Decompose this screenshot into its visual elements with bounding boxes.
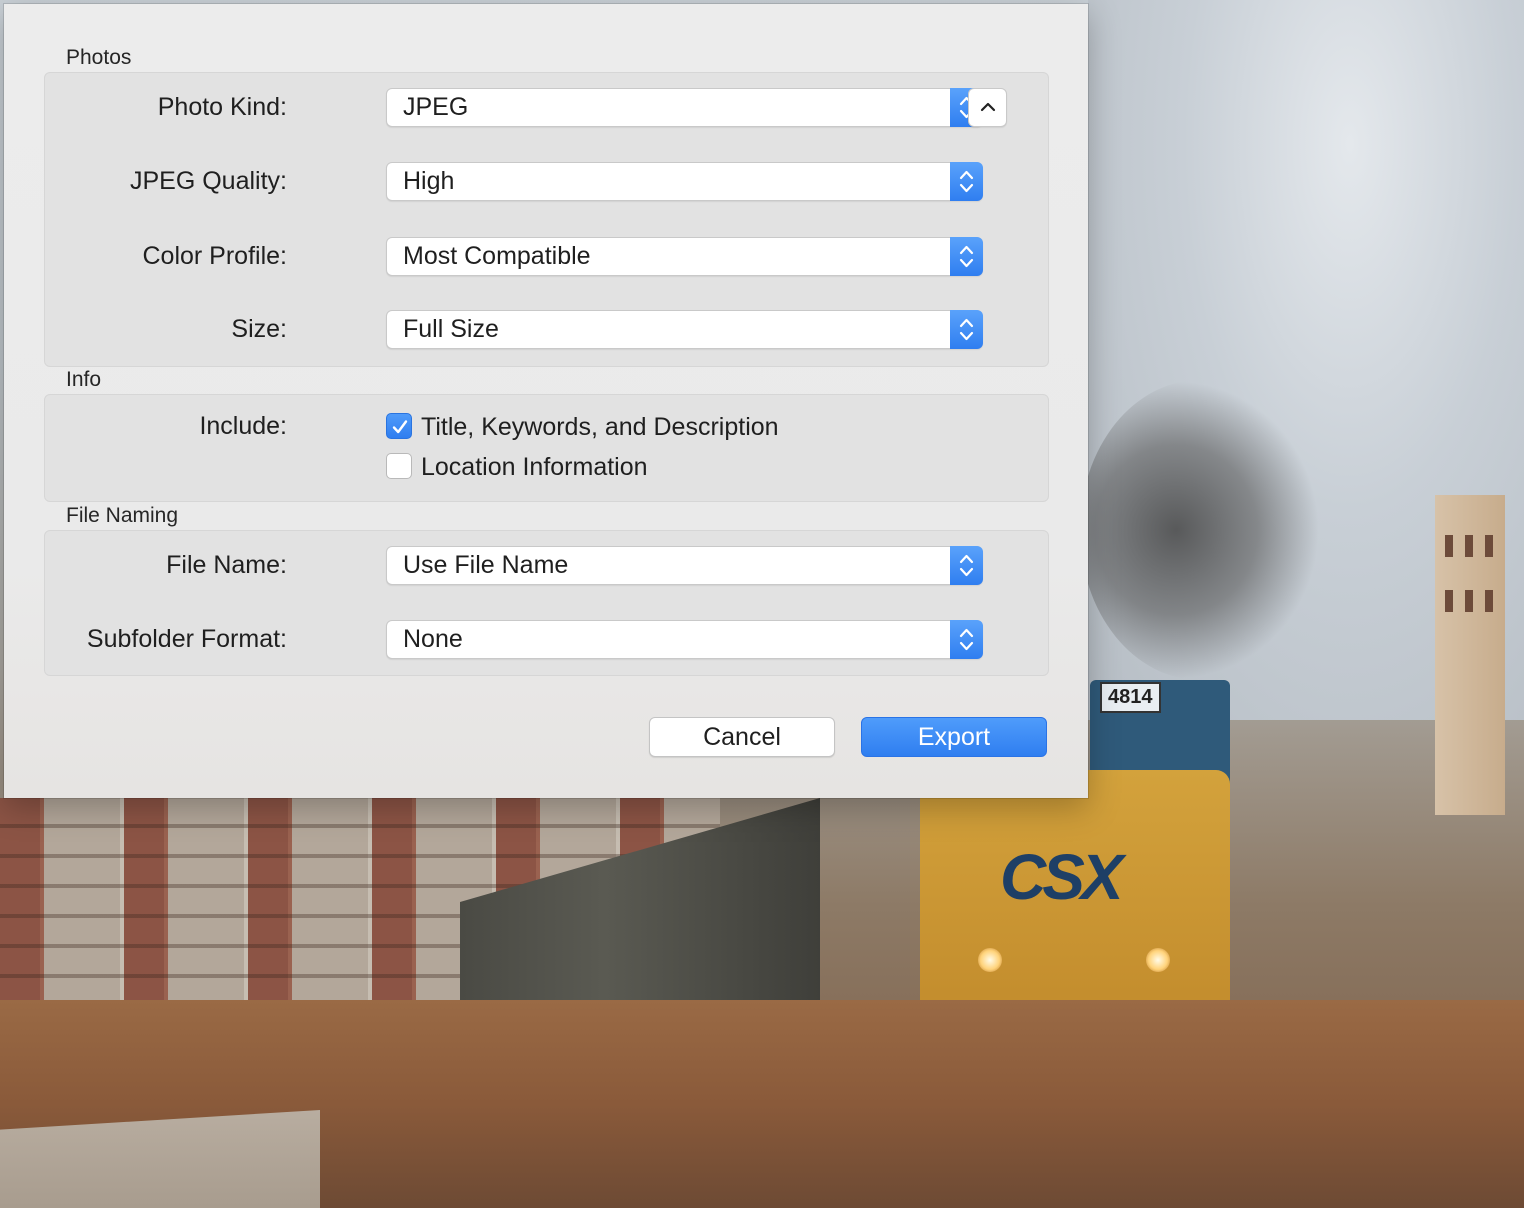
- file-name-popup[interactable]: Use File Name: [386, 546, 983, 585]
- jpeg-quality-label: JPEG Quality:: [130, 167, 287, 195]
- include-label: Include:: [199, 412, 287, 440]
- subfolder-format-popup[interactable]: None: [386, 620, 983, 659]
- export-dialog: Photos Photo Kind: JPEG JPEG Quality: Hi…: [4, 4, 1088, 798]
- jpeg-quality-value: High: [403, 167, 455, 195]
- color-profile-label: Color Profile:: [142, 242, 288, 270]
- up-down-chevron-icon: [950, 310, 983, 349]
- cancel-button[interactable]: Cancel: [649, 717, 835, 757]
- location-info-label: Location Information: [421, 453, 648, 481]
- subfolder-format-label: Subfolder Format:: [86, 625, 287, 653]
- section-title-info: Info: [66, 368, 102, 391]
- brick-tower: [1435, 495, 1505, 815]
- photo-kind-label: Photo Kind:: [157, 93, 287, 121]
- up-down-chevron-icon: [950, 162, 983, 201]
- section-title-file-naming: File Naming: [66, 504, 179, 527]
- title-keywords-checkbox[interactable]: [386, 413, 412, 439]
- file-naming-group: File Name: Use File Name Subfolder Forma…: [44, 530, 1049, 676]
- headlight-right: [1146, 948, 1170, 972]
- file-name-label: File Name:: [166, 551, 287, 579]
- file-name-value: Use File Name: [403, 551, 569, 579]
- info-group: Include: Title, Keywords, and Descriptio…: [44, 394, 1049, 502]
- photo-kind-value: JPEG: [403, 93, 469, 121]
- up-down-chevron-icon: [950, 237, 983, 276]
- location-info-checkbox[interactable]: [386, 453, 412, 479]
- locomotive-logo: CSX: [1000, 841, 1124, 913]
- color-profile-popup[interactable]: Most Compatible: [386, 237, 983, 276]
- section-title-photos: Photos: [66, 46, 132, 69]
- jpeg-quality-popup[interactable]: High: [386, 162, 983, 201]
- color-profile-value: Most Compatible: [403, 242, 591, 270]
- photos-group: Photo Kind: JPEG JPEG Quality: High Colo…: [44, 72, 1049, 367]
- up-down-chevron-icon: [950, 620, 983, 659]
- size-popup[interactable]: Full Size: [386, 310, 983, 349]
- collapse-details-button[interactable]: [968, 88, 1007, 127]
- up-down-chevron-icon: [950, 546, 983, 585]
- locomotive-number: 4814: [1100, 682, 1161, 713]
- title-keywords-label: Title, Keywords, and Description: [421, 413, 779, 441]
- locomotive-smoke: [1080, 380, 1320, 680]
- size-value: Full Size: [403, 315, 499, 343]
- size-label: Size:: [231, 315, 287, 343]
- subfolder-format-value: None: [403, 625, 463, 653]
- export-button[interactable]: Export: [861, 717, 1047, 757]
- checkmark-icon: [392, 420, 408, 434]
- photo-kind-popup[interactable]: JPEG: [386, 88, 983, 127]
- headlight-left: [978, 948, 1002, 972]
